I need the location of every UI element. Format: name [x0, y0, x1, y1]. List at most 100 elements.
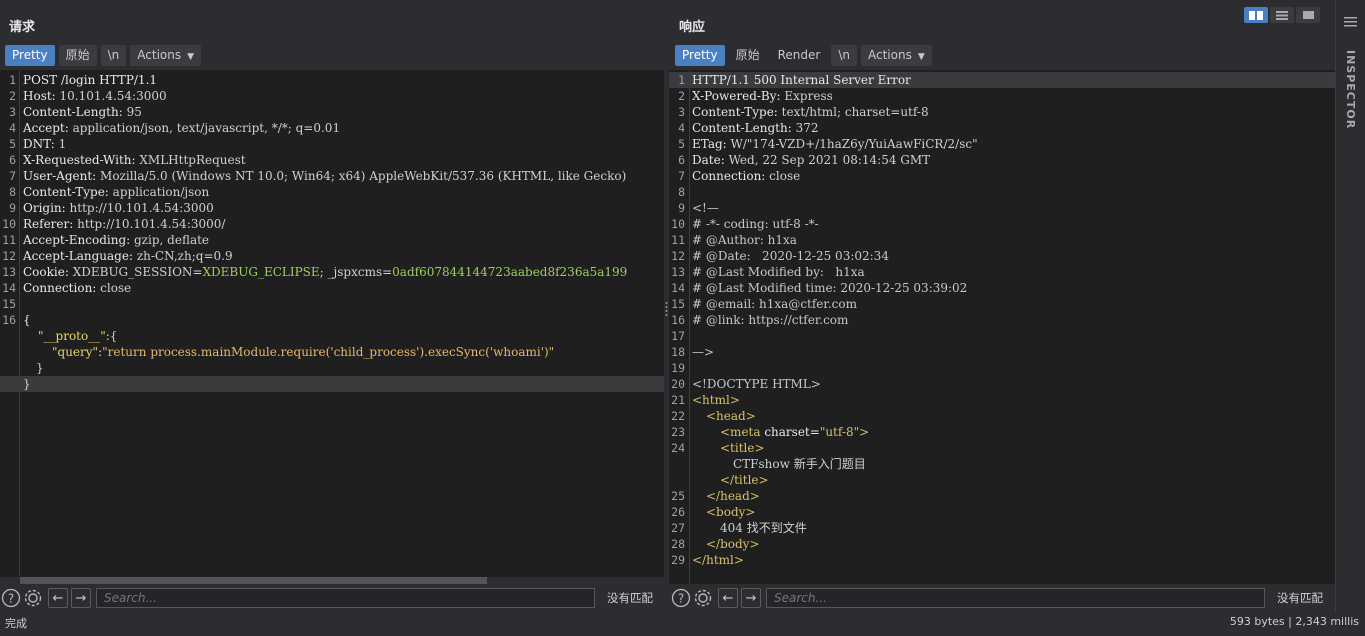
line-number: 13: [671, 265, 685, 279]
help-icon[interactable]: ?: [1, 588, 21, 608]
arrow-right-icon: →: [745, 590, 757, 606]
response-search-bar: ? ← → 没有匹配: [670, 585, 1335, 611]
previous-match-button[interactable]: ←: [48, 588, 68, 608]
header-value: W/"174-VZD+/1haZ6y/YuiAawFiCR/2/sc": [726, 137, 978, 151]
header-name: ETag:: [692, 137, 727, 151]
line-content: Accept-Language: zh-CN,zh;q=0.9: [23, 248, 233, 264]
svg-text:?: ?: [8, 592, 14, 606]
layout-toggle-group: [1244, 7, 1320, 23]
line-number: 16: [2, 313, 16, 327]
line-content: User-Agent: Mozilla/5.0 (Windows NT 10.0…: [23, 168, 626, 184]
line-number: 1: [9, 73, 16, 87]
response-tab-pretty[interactable]: Pretty: [675, 45, 725, 66]
request-search-input[interactable]: [96, 588, 595, 608]
header-name: Accept:: [23, 121, 69, 135]
response-tab-newline[interactable]: \n: [831, 45, 857, 66]
single-pane-layout-button[interactable]: [1296, 7, 1320, 23]
help-icon[interactable]: ?: [671, 588, 691, 608]
code-line: 15 # @email: h1xa@ctfer.com: [669, 296, 1335, 312]
code-line: 4 Content-Length: 372: [669, 120, 1335, 136]
code-line: 11 Accept-Encoding: gzip, deflate: [0, 232, 664, 248]
request-tabbar: Pretty 原始 \n Actions ▼: [5, 45, 202, 66]
line-number: 12: [2, 249, 16, 263]
comment-text: # @link: https://ctfer.com: [692, 313, 849, 327]
header-name: Content-Type:: [23, 185, 109, 199]
code-line: "__proto__":{: [0, 328, 664, 344]
inspector-tab[interactable]: INSPECTOR: [1344, 50, 1357, 129]
line-content: </html>: [692, 552, 744, 568]
line-content: Host: 10.101.4.54:3000: [23, 88, 167, 104]
response-actions-button[interactable]: Actions ▼: [861, 45, 932, 66]
code-line: 19: [669, 360, 1335, 376]
code-line: 28 </body>: [669, 536, 1335, 552]
code-line: 14 Connection: close: [0, 280, 664, 296]
request-tab-raw[interactable]: 原始: [58, 45, 97, 66]
code-line: 7 User-Agent: Mozilla/5.0 (Windows NT 10.…: [0, 168, 664, 184]
next-match-button[interactable]: →: [741, 588, 761, 608]
code-line: 3 Content-Length: 95: [0, 104, 664, 120]
line-content: # @Last Modified time: 2020-12-25 03:39:…: [692, 280, 967, 296]
response-search-input[interactable]: [766, 588, 1265, 608]
header-name: Accept-Encoding:: [23, 233, 131, 247]
side-by-side-layout-button[interactable]: [1244, 7, 1268, 23]
line-content: <html>: [692, 392, 740, 408]
line-content: Connection: close: [23, 280, 131, 296]
request-tab-pretty[interactable]: Pretty: [5, 45, 55, 66]
code-line: 1 HTTP/1.1 500 Internal Server Error: [669, 72, 1335, 88]
previous-match-button[interactable]: ←: [718, 588, 738, 608]
line-content: X-Powered-By: Express: [692, 88, 833, 104]
header-value: text/html; charset=utf-8: [777, 105, 929, 119]
header-value: gzip, deflate: [130, 233, 210, 247]
header-name: X-Requested-With:: [23, 153, 136, 167]
line-content: Connection: close: [692, 168, 800, 184]
header-name: Content-Length:: [692, 121, 792, 135]
line-content: # @Date: 2020-12-25 03:02:34: [692, 248, 889, 264]
header-name: X-Powered-By:: [692, 89, 781, 103]
code-line: 26 <body>: [669, 504, 1335, 520]
header-value: Wed, 22 Sep 2021 08:14:54 GMT: [724, 153, 931, 167]
stacked-layout-button[interactable]: [1270, 7, 1294, 23]
request-actions-button[interactable]: Actions ▼: [130, 45, 202, 66]
response-editor[interactable]: 1 HTTP/1.1 500 Internal Server Error 2 X-Po…: [669, 70, 1335, 584]
menu-icon[interactable]: [1344, 12, 1357, 31]
response-stats: 593 bytes | 2,343 millis: [1229, 615, 1359, 628]
comment-text: # @Last Modified time: 2020-12-25 03:39:…: [692, 281, 968, 295]
html-tag: <title>: [720, 441, 765, 455]
header-name: Referer:: [23, 217, 74, 231]
line-number: 29: [671, 553, 685, 567]
code-line: 22 <head>: [669, 408, 1335, 424]
square-icon: [1302, 11, 1314, 19]
header-value: 95: [122, 105, 142, 119]
gear-icon[interactable]: [693, 588, 713, 608]
header-value: application/json, text/javascript, */*; …: [68, 121, 341, 135]
header-value: XMLHttpRequest: [135, 153, 246, 167]
line-content: <title>: [720, 440, 765, 456]
header-value: Express: [780, 89, 833, 103]
line-number: 4: [9, 121, 16, 135]
request-horizontal-scrollbar[interactable]: [20, 577, 487, 584]
code-line: CTFshow 新手入门题目: [669, 456, 1335, 472]
line-number: 2: [9, 89, 16, 103]
line-content: Origin: http://10.101.4.54:3000: [23, 200, 214, 216]
code-line: }: [0, 376, 664, 392]
code-line: 12 # @Date: 2020-12-25 03:02:34: [669, 248, 1335, 264]
code-line: 5 ETag: W/"174-VZD+/1haZ6y/YuiAawFiCR/2/s…: [669, 136, 1335, 152]
code-line: 16 # @link: https://ctfer.com: [669, 312, 1335, 328]
next-match-button[interactable]: →: [71, 588, 91, 608]
request-editor[interactable]: 1 POST /login HTTP/1.1 2 Host: 10.101.4.54:…: [0, 70, 664, 577]
header-name: Content-Length:: [23, 105, 123, 119]
arrow-left-icon: ←: [52, 590, 64, 606]
line-number: 12: [671, 249, 685, 263]
header-value: http://10.101.4.54:3000: [65, 201, 214, 215]
response-tab-render[interactable]: Render: [771, 45, 828, 66]
html-tag: <head>: [706, 409, 756, 423]
response-tab-raw[interactable]: 原始: [729, 45, 767, 66]
line-number: 16: [671, 313, 685, 327]
request-tab-newline[interactable]: \n: [100, 45, 127, 66]
comment-text: # -*- coding: utf-8 -*-: [692, 217, 819, 231]
gear-icon[interactable]: [23, 588, 43, 608]
json-punctuation: }: [23, 377, 31, 391]
line-content: </head>: [706, 488, 760, 504]
code-line: }: [0, 360, 664, 376]
html-attribute: charset=: [760, 425, 820, 439]
